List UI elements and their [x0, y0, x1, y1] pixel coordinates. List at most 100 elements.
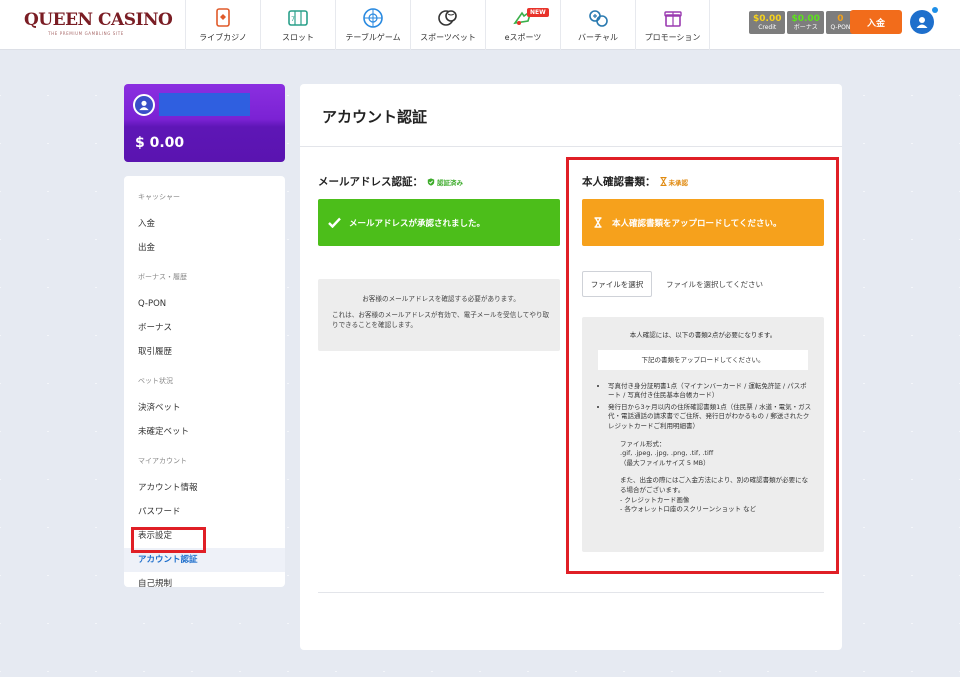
- qpon-label: Q-PON: [830, 23, 851, 31]
- requirements-box: 本人確認には、以下の書類2点が必要になります。 下記の書類をアップロードしてくだ…: [582, 317, 824, 552]
- id-section-heading: 本人確認書類： 未承認: [582, 174, 824, 189]
- sidebar-item-account-verification[interactable]: アカウント認証: [124, 548, 285, 572]
- menu-heading: ベット状況: [138, 377, 173, 385]
- verification-panel: アカウント認証 メールアドレス認証： 認証済み メールアドレスが承認されました。…: [300, 84, 842, 650]
- sidebar-item-account-info[interactable]: アカウント情報: [124, 476, 285, 500]
- sidebar-item-self-exclusion[interactable]: 自己規制: [124, 572, 285, 596]
- nav-sports-bet[interactable]: スポーツベット: [410, 0, 485, 50]
- credit-value: $0.00: [753, 13, 782, 24]
- note-text: また、出金の際にはご入金方法により、別の確認書類が必要になる場合がございます。: [620, 476, 809, 494]
- email-heading-text: メールアドレス認証：: [318, 176, 423, 188]
- upload-required-alert: 本人確認書類をアップロードしてください。: [582, 199, 824, 246]
- email-status-badge: 認証済み: [427, 177, 463, 187]
- credit-balance: $0.00 Credit: [749, 11, 786, 34]
- menu-group-bets: ベット状況 決済ベット 未確定ベット: [124, 376, 285, 444]
- divider: [318, 592, 824, 593]
- queen-casino-logo[interactable]: QUEEN CASINO THE PREMIUM GAMBLING SITE: [24, 10, 173, 38]
- file-format-info: ファイル形式： .gif, .jpeg, .jpg, .png, .tif, .…: [594, 440, 812, 469]
- logo-tagline: THE PREMIUM GAMBLING SITE: [48, 31, 124, 36]
- sidebar-item-history[interactable]: 取引履歴: [124, 340, 285, 364]
- sidebar-item-password[interactable]: パスワード: [124, 500, 285, 524]
- email-approved-text: メールアドレスが承認されました。: [349, 218, 486, 229]
- email-verification-section: メールアドレス認証： 認証済み メールアドレスが承認されました。 お客様のメール…: [318, 174, 560, 351]
- format-list: .gif, .jpeg, .jpg, .png, .tif, .tiff: [620, 449, 714, 458]
- requirements-title: 本人確認には、以下の書類2点が必要になります。: [629, 331, 777, 339]
- sidebar-item-deposit[interactable]: 入金: [124, 212, 285, 236]
- email-status-text: 認証済み: [437, 178, 463, 187]
- nav-table-games[interactable]: テーブルゲーム: [335, 0, 410, 50]
- nav-label: スロット: [282, 33, 314, 42]
- hourglass-icon: [659, 177, 667, 186]
- nav-promotion[interactable]: プロモーション: [635, 0, 710, 50]
- balance-panel[interactable]: $0.00 Credit $0.00 ボーナス 0 Q-PON: [749, 11, 855, 34]
- requirements-list: 写真付き身分証明書1点（マイナンバーカード / 運転免許証 / パスポート / …: [594, 382, 812, 432]
- shield-check-icon: [427, 177, 435, 186]
- file-status-text: ファイルを選択してください: [666, 279, 764, 289]
- choose-file-button[interactable]: ファイルを選択: [582, 271, 652, 297]
- withdrawal-note: また、出金の際にはご入金方法により、別の確認書類が必要になる場合がございます。 …: [594, 476, 812, 514]
- nav-label: スポーツベット: [420, 33, 476, 42]
- user-icon: [139, 100, 149, 111]
- live-casino-icon: [216, 8, 230, 27]
- account-sidebar: キャッシャー 入金 出金 ボーナス・履歴 Q-PON ボーナス 取引履歴 ベット…: [124, 176, 285, 589]
- requirement-item: 写真付き身分証明書1点（マイナンバーカード / 運転免許証 / パスポート / …: [608, 382, 812, 401]
- nav-label: テーブルゲーム: [345, 33, 401, 42]
- svg-text:7: 7: [291, 16, 295, 23]
- email-approved-alert: メールアドレスが承認されました。: [318, 199, 560, 246]
- roulette-icon: [363, 8, 383, 28]
- email-info-box: お客様のメールアドレスを確認する必要があります。 これは、お客様のメールアドレス…: [318, 279, 560, 351]
- divider: [300, 146, 842, 147]
- nav-slot[interactable]: 7 スロット: [260, 0, 335, 50]
- nav-live-casino[interactable]: ライブカジノ: [185, 0, 260, 50]
- upload-required-text: 本人確認書類をアップロードしてください。: [612, 218, 782, 229]
- menu-group-cashier: キャッシャー 入金 出金: [124, 192, 285, 260]
- user-avatar: [133, 94, 155, 116]
- nav-virtual[interactable]: バーチャル: [560, 0, 635, 50]
- menu-group-bonus: ボーナス・履歴 Q-PON ボーナス 取引履歴: [124, 272, 285, 364]
- virtual-icon: [589, 10, 608, 27]
- slot-icon: 7: [288, 10, 308, 26]
- menu-heading: ボーナス・履歴: [138, 273, 187, 281]
- note-item: - クレジットカード画像: [620, 495, 690, 504]
- username-redacted: [159, 93, 250, 116]
- requirement-item: 発行日から3ヶ月以内の住所確認書類1点（住民票 / 水道・電気・ガス代・電話通話…: [608, 403, 812, 432]
- sidebar-item-withdraw[interactable]: 出金: [124, 236, 285, 260]
- nav-label: eスポーツ: [504, 33, 542, 42]
- menu-heading: キャッシャー: [138, 193, 180, 201]
- sidebar-item-bonus[interactable]: ボーナス: [124, 316, 285, 340]
- qpon-value: 0: [837, 13, 844, 24]
- account-avatar-button[interactable]: [910, 10, 934, 34]
- sidebar-item-open-bets[interactable]: 未確定ベット: [124, 420, 285, 444]
- id-status-badge: 未承認: [659, 177, 689, 187]
- format-label: ファイル形式：: [620, 439, 666, 448]
- requirements-subtitle: 下記の書類をアップロードしてください。: [598, 349, 808, 370]
- note-item: - 各ウォレット口座のスクリーンショット など: [620, 505, 757, 514]
- page-title: アカウント認証: [322, 108, 428, 126]
- email-section-heading: メールアドレス認証： 認証済み: [318, 174, 560, 189]
- user-icon: [916, 17, 928, 28]
- deposit-button[interactable]: 入金: [850, 10, 902, 34]
- bonus-value: $0.00: [791, 13, 820, 24]
- bonus-balance: $0.00 ボーナス: [787, 11, 824, 34]
- max-size: （最大ファイルサイズ 5 MB）: [620, 458, 710, 467]
- id-status-text: 未承認: [668, 178, 689, 187]
- nav-esports[interactable]: NEW eスポーツ: [485, 0, 560, 50]
- sports-ball-icon: [438, 10, 457, 26]
- id-document-section: 本人確認書類： 未承認 本人確認書類をアップロードしてください。 ファイルを選択…: [582, 174, 824, 552]
- sidebar-item-settled-bets[interactable]: 決済ベット: [124, 396, 285, 420]
- new-badge: NEW: [527, 8, 549, 17]
- checkmark-icon: [328, 217, 341, 228]
- menu-heading: マイアカウント: [138, 457, 187, 465]
- notification-dot: [932, 7, 938, 13]
- logo-text: QUEEN CASINO: [24, 10, 173, 30]
- sidebar-item-display-settings[interactable]: 表示設定: [124, 524, 285, 548]
- nav-label: プロモーション: [644, 33, 701, 42]
- user-card: $ 0.00: [124, 84, 285, 162]
- id-heading-text: 本人確認書類：: [582, 176, 656, 188]
- top-header: QUEEN CASINO THE PREMIUM GAMBLING SITE ラ…: [0, 0, 960, 50]
- sidebar-item-qpon[interactable]: Q-PON: [124, 292, 285, 316]
- nav-label: バーチャル: [578, 33, 618, 42]
- gift-icon: [663, 11, 682, 27]
- menu-group-my-account: マイアカウント アカウント情報 パスワード 表示設定 アカウント認証 自己規制: [124, 456, 285, 596]
- bonus-label: ボーナス: [793, 23, 818, 31]
